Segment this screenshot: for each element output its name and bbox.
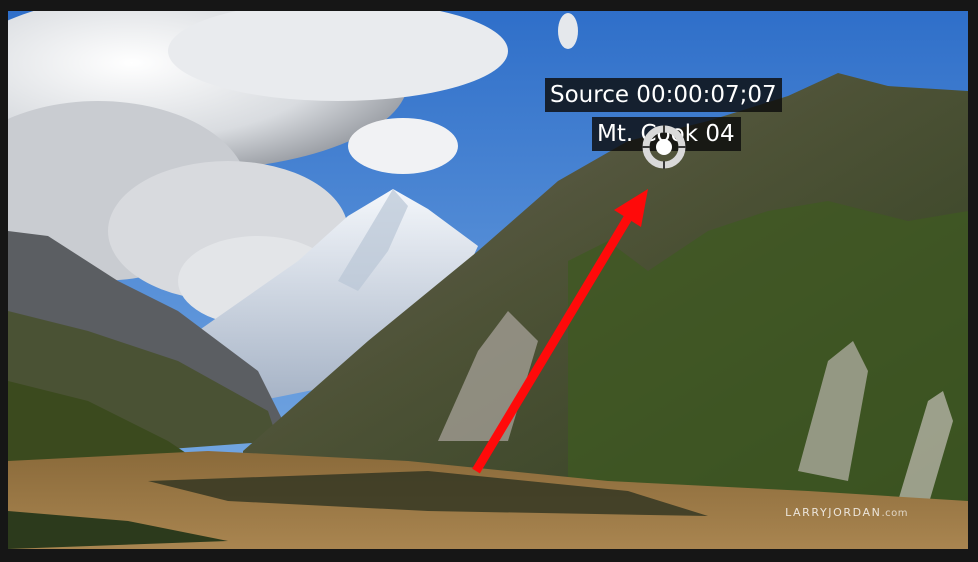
video-frame	[8, 11, 968, 549]
crosshair-target-icon[interactable]	[639, 122, 689, 172]
source-timecode-overlay: Source 00:00:07;07	[545, 78, 782, 112]
watermark-brand: LARRYJORDAN	[785, 506, 882, 519]
video-viewer[interactable]: Source 00:00:07;07 Mt. Cook 04 LARRYJORD…	[8, 11, 968, 549]
watermark-suffix: .com	[881, 508, 908, 519]
watermark: LARRYJORDAN.com	[785, 506, 908, 519]
